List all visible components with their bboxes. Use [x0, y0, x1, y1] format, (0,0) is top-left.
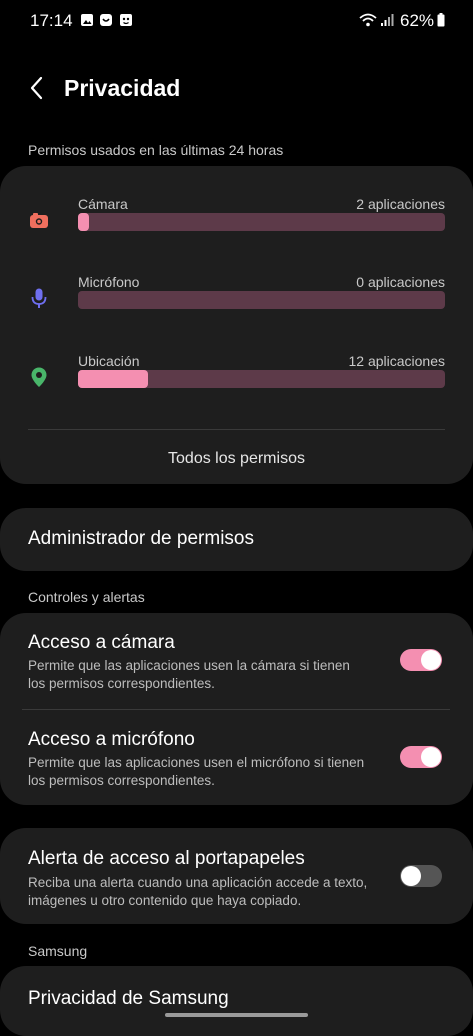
- usage-count: 2 aplicaciones: [356, 196, 445, 212]
- clipboard-alert-toggle[interactable]: [400, 865, 442, 887]
- permission-manager-item[interactable]: Administrador de permisos: [0, 508, 473, 571]
- battery-icon: [437, 13, 445, 27]
- usage-bar: [78, 370, 445, 388]
- divider: [28, 429, 445, 430]
- controls-section-label: Controles y alertas: [28, 589, 145, 605]
- status-time: 17:14: [30, 11, 73, 30]
- item-title: Alerta de acceso al portapapeles: [28, 848, 305, 869]
- samsung-section-label: Samsung: [28, 943, 88, 959]
- toggle-knob: [421, 747, 441, 767]
- location-icon: [31, 367, 47, 387]
- item-title: Privacidad de Samsung: [28, 988, 229, 1009]
- home-indicator[interactable]: [165, 1013, 308, 1017]
- microphone-icon: [31, 288, 47, 308]
- camera-access-toggle[interactable]: [400, 649, 442, 671]
- all-permissions-link[interactable]: Todos los permisos: [0, 450, 473, 468]
- item-desc: Permite que las aplicaciones usen la cám…: [28, 658, 350, 691]
- usage-bar-fill: [78, 213, 89, 231]
- usage-label: Micrófono: [78, 274, 140, 290]
- usage-label: Ubicación: [78, 353, 140, 369]
- usage-count: 0 aplicaciones: [356, 274, 445, 290]
- item-title: Acceso a cámara: [28, 632, 175, 653]
- signal-icon: [381, 14, 394, 26]
- microphone-access-toggle[interactable]: [400, 746, 442, 768]
- toggle-knob: [401, 866, 421, 886]
- messenger-icon: [100, 14, 112, 26]
- usage-row-microphone[interactable]: Micrófono 0 aplicaciones: [0, 270, 473, 320]
- clipboard-alert-item[interactable]: Alerta de acceso al portapapeles Reciba …: [0, 828, 473, 924]
- item-desc: Permite que las aplicaciones usen el mic…: [28, 755, 365, 788]
- samsung-privacy-item[interactable]: Privacidad de Samsung: [0, 966, 473, 1036]
- usage-count: 12 aplicaciones: [348, 353, 445, 369]
- back-button[interactable]: [24, 74, 52, 102]
- usage-section-label: Permisos usados en las últimas 24 horas: [28, 142, 284, 158]
- usage-bar: [78, 291, 445, 309]
- page-title: Privacidad: [64, 75, 181, 101]
- face-app-icon: [120, 14, 132, 26]
- status-bar: 17:14 62%: [0, 0, 473, 42]
- toggle-knob: [421, 650, 441, 670]
- usage-label: Cámara: [78, 196, 128, 212]
- usage-bar: [78, 213, 445, 231]
- permission-manager-label: Administrador de permisos: [28, 528, 254, 549]
- gallery-icon: [81, 14, 93, 26]
- usage-row-location[interactable]: Ubicación 12 aplicaciones: [0, 349, 473, 399]
- microphone-access-item[interactable]: Acceso a micrófono Permite que las aplic…: [0, 710, 473, 805]
- camera-access-item[interactable]: Acceso a cámara Permite que las aplicaci…: [0, 613, 473, 709]
- item-desc: Reciba una alerta cuando una aplicación …: [28, 875, 368, 908]
- item-title: Acceso a micrófono: [28, 729, 195, 750]
- wifi-icon: [359, 13, 377, 27]
- usage-row-camera[interactable]: Cámara 2 aplicaciones: [0, 192, 473, 242]
- usage-bar-fill: [78, 370, 148, 388]
- battery-percentage: 62%: [400, 11, 435, 30]
- camera-icon: [30, 213, 48, 228]
